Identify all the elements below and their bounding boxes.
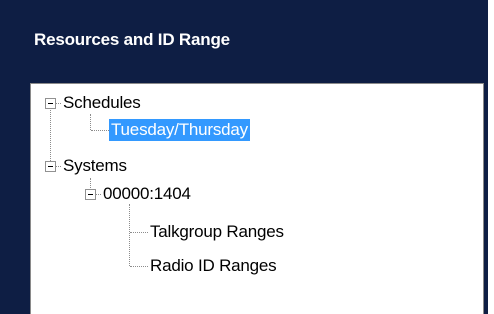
tree-node-label: Talkgroup Ranges xyxy=(150,222,284,241)
systems-collapse-icon[interactable] xyxy=(45,161,56,172)
tree-node-radio-id-ranges[interactable]: Radio ID Ranges xyxy=(148,254,278,278)
tree-node-label: Systems xyxy=(63,156,127,175)
tree-node-label: Schedules xyxy=(63,93,141,112)
tree-node-schedules[interactable]: Schedules xyxy=(61,91,143,115)
tree-connector xyxy=(90,114,91,130)
tree-connector xyxy=(130,266,148,267)
tree-connector xyxy=(91,130,109,131)
tree-node-talkgroup-ranges[interactable]: Talkgroup Ranges xyxy=(148,220,286,244)
schedules-collapse-icon[interactable] xyxy=(45,98,56,109)
tree-node-label: Radio ID Ranges xyxy=(150,256,277,275)
tree-node-systems[interactable]: Systems xyxy=(61,154,129,178)
system-00000-1404-collapse-icon[interactable] xyxy=(85,189,96,200)
tree-connector xyxy=(50,99,51,167)
tree-node-system-00000-1404[interactable]: 00000:1404 xyxy=(101,182,193,206)
panel-title: Resources and ID Range xyxy=(34,30,230,49)
resource-tree[interactable]: Schedules Tuesday/Thursday Systems 00000… xyxy=(30,83,484,314)
tree-connector xyxy=(130,232,148,233)
tree-connector xyxy=(129,204,130,266)
tree-node-label: 00000:1404 xyxy=(103,184,191,203)
resources-panel: Resources and ID Range Schedules Tuesday… xyxy=(0,0,488,314)
tree-node-label: Tuesday/Thursday xyxy=(109,119,250,141)
tree-node-tuesday-thursday[interactable]: Tuesday/Thursday xyxy=(109,118,250,142)
